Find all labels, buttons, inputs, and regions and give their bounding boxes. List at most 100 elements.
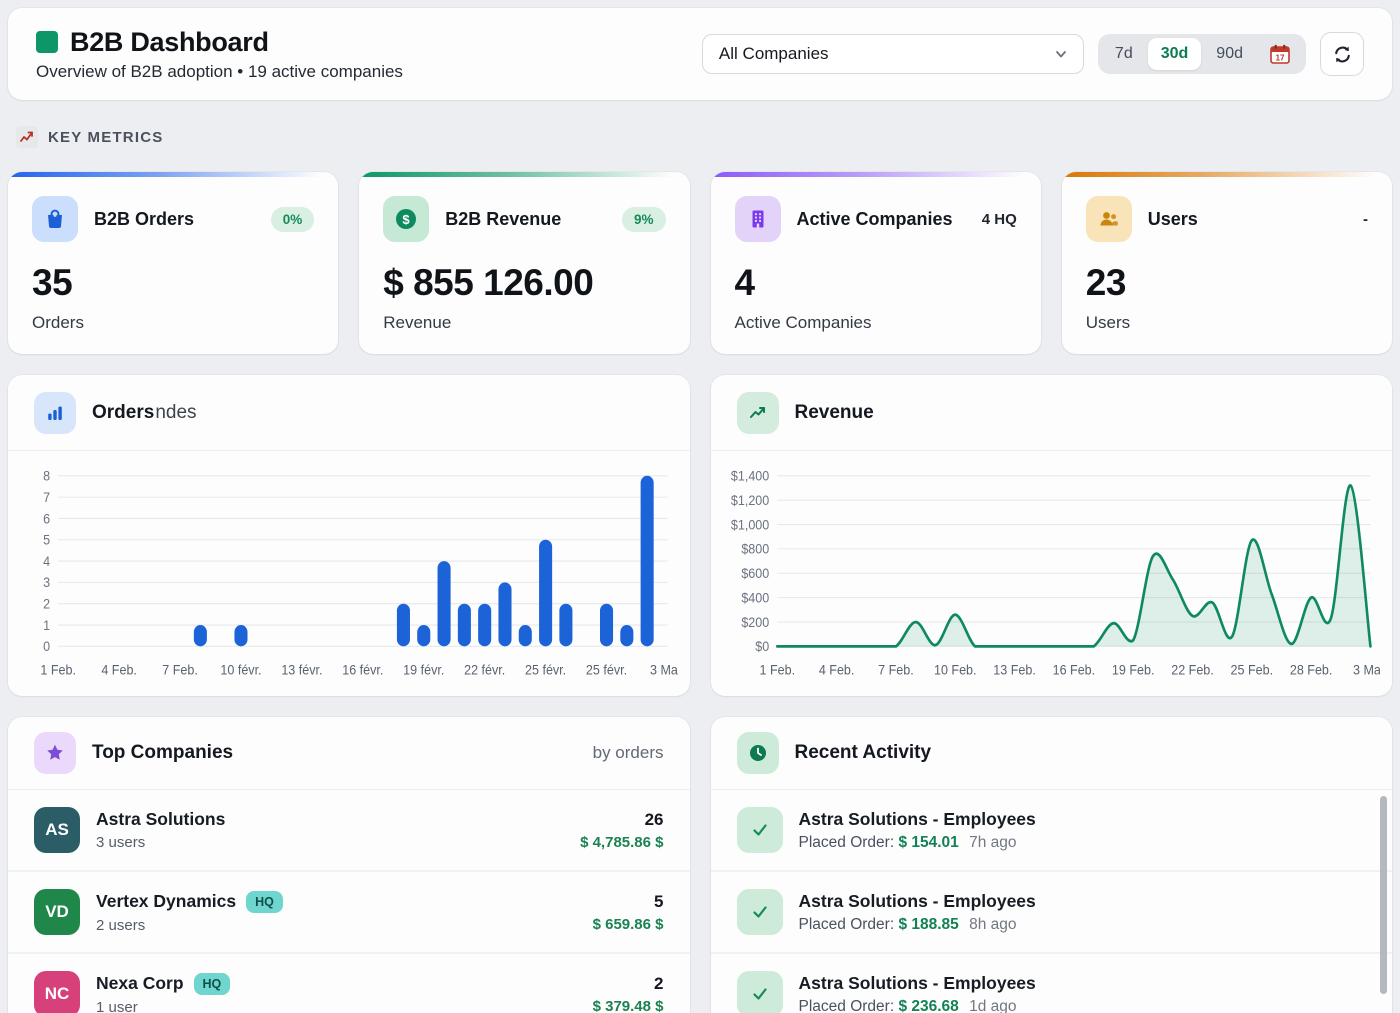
svg-text:7 Feb.: 7 Feb. <box>878 662 914 678</box>
svg-text:22 Feb.: 22 Feb. <box>1171 662 1214 678</box>
hq-badge: HQ <box>194 973 231 995</box>
card-accent-strip <box>8 172 338 177</box>
scrollbar-thumb[interactable] <box>1380 796 1387 994</box>
company-users: 2 users <box>96 917 577 934</box>
svg-text:13 févr.: 13 févr. <box>281 662 322 678</box>
svg-text:0: 0 <box>43 639 50 655</box>
metric-value: 23 <box>1086 262 1368 304</box>
avatar: NC <box>34 971 80 1013</box>
svg-text:16 Feb.: 16 Feb. <box>1052 662 1095 678</box>
calendar-icon: 17 <box>1269 44 1291 65</box>
company-orders-count: 5 <box>593 892 664 912</box>
svg-text:5: 5 <box>43 532 50 548</box>
dollar-icon: $ <box>383 196 429 242</box>
svg-text:22 févr.: 22 févr. <box>464 662 505 678</box>
svg-text:25 févr.: 25 févr. <box>586 662 627 678</box>
svg-text:$: $ <box>403 212 411 227</box>
key-metrics-section-label: KEY METRICS <box>16 124 1388 150</box>
svg-text:$0: $0 <box>755 639 769 655</box>
card-accent-strip <box>711 172 1041 177</box>
svg-text:4 Feb.: 4 Feb. <box>101 662 137 678</box>
chart-title: Revenue <box>795 402 874 424</box>
svg-text:7 Feb.: 7 Feb. <box>162 662 198 678</box>
svg-text:$1,000: $1,000 <box>730 517 768 533</box>
dashboard-page: B2B Dashboard Overview of B2B adoption •… <box>0 0 1400 1013</box>
range-7d-button[interactable]: 7d <box>1102 38 1146 70</box>
company-filter-select[interactable]: All Companies <box>702 34 1084 74</box>
svg-text:6: 6 <box>43 511 50 527</box>
svg-text:$1,400: $1,400 <box>730 468 768 484</box>
sort-hint: by orders <box>593 743 664 763</box>
card-accent-strip <box>359 172 689 177</box>
activity-row[interactable]: Astra Solutions - Employees Placed Order… <box>711 870 1393 952</box>
company-name: Nexa Corp <box>96 973 184 994</box>
svg-text:19 Feb.: 19 Feb. <box>1111 662 1154 678</box>
bottom-row: Top Companies by orders AS Astra Solutio… <box>8 717 1392 1013</box>
hq-count-label: 4 HQ <box>982 211 1017 228</box>
metric-value: 4 <box>735 262 1017 304</box>
shopping-bag-icon <box>32 196 78 242</box>
metric-card-users: Users - 23 Users <box>1062 172 1392 354</box>
clock-icon <box>737 732 779 774</box>
svg-text:3: 3 <box>43 575 50 591</box>
revenue-chart-card: Revenue $0$200$400$600$800$1,000$1,200$1… <box>711 375 1393 696</box>
metric-value: $ 855 126.00 <box>383 262 665 304</box>
svg-text:13 Feb.: 13 Feb. <box>993 662 1036 678</box>
svg-text:1: 1 <box>43 617 50 633</box>
metric-label: Revenue <box>383 313 665 333</box>
building-icon <box>735 196 781 242</box>
activity-amount: $ 188.85 <box>898 916 958 933</box>
refresh-icon <box>1332 44 1353 65</box>
orders-bar-chart: 0123456781 Feb.4 Feb.7 Feb.10 févr.13 fé… <box>18 465 678 696</box>
svg-text:$1,200: $1,200 <box>730 493 768 509</box>
activity-title: Astra Solutions - Employees <box>799 891 1367 912</box>
top-companies-card: Top Companies by orders AS Astra Solutio… <box>8 717 690 1013</box>
activity-action: Placed Order: <box>799 834 895 851</box>
metric-card-revenue: $ B2B Revenue 9% $ 855 126.00 Revenue <box>359 172 689 354</box>
metrics-row: B2B Orders 0% 35 Orders $ B2B Revenue 9%… <box>8 172 1392 354</box>
svg-text:1 Feb.: 1 Feb. <box>759 662 795 678</box>
svg-text:25 févr.: 25 févr. <box>525 662 566 678</box>
trend-badge: 9% <box>622 207 666 232</box>
company-row[interactable]: AS Astra Solutions 3 users 26 $ 4,785.86… <box>8 790 690 870</box>
activity-row[interactable]: Astra Solutions - Employees Placed Order… <box>711 790 1393 870</box>
svg-text:$400: $400 <box>741 590 769 606</box>
company-row[interactable]: NC Nexa Corp HQ 1 user 2 $ 379.48 $ <box>8 952 690 1013</box>
svg-text:4 Feb.: 4 Feb. <box>818 662 854 678</box>
metric-card-active-companies: Active Companies 4 HQ 4 Active Companies <box>711 172 1041 354</box>
chart-title-suffix: ndes <box>155 402 196 423</box>
metric-label: Users <box>1086 313 1368 333</box>
calendar-range-button[interactable]: 17 <box>1258 39 1302 70</box>
range-90d-button[interactable]: 90d <box>1203 38 1256 70</box>
check-icon <box>737 889 783 935</box>
company-row[interactable]: VD Vertex Dynamics HQ 2 users 5 $ 659.86… <box>8 870 690 952</box>
company-users: 1 user <box>96 999 577 1013</box>
star-icon <box>34 732 76 774</box>
svg-text:7: 7 <box>43 490 50 506</box>
svg-text:17: 17 <box>1275 53 1285 62</box>
range-30d-button[interactable]: 30d <box>1148 38 1202 70</box>
svg-text:3 Mar.: 3 Mar. <box>650 662 677 678</box>
page-title: B2B Dashboard <box>70 27 269 58</box>
company-users: 3 users <box>96 834 564 851</box>
refresh-button[interactable] <box>1320 32 1364 76</box>
company-name: Vertex Dynamics <box>96 891 236 912</box>
company-name: Astra Solutions <box>96 809 225 830</box>
orders-chart-card: Ordersndes 0123456781 Feb.4 Feb.7 Feb.10… <box>8 375 690 696</box>
chart-title: Orders <box>92 402 154 423</box>
svg-text:$800: $800 <box>741 541 769 557</box>
card-accent-strip <box>1062 172 1392 177</box>
sparkline-icon <box>16 126 38 148</box>
activity-amount: $ 154.01 <box>898 834 958 851</box>
company-amount: $ 379.48 $ <box>593 998 664 1013</box>
range-segmented-control: 7d 30d 90d 17 <box>1098 34 1306 74</box>
svg-text:8: 8 <box>43 468 50 484</box>
activity-title: Astra Solutions - Employees <box>799 973 1367 994</box>
metric-label: Active Companies <box>735 313 1017 333</box>
activity-row[interactable]: Astra Solutions - Employees Placed Order… <box>711 952 1393 1013</box>
avatar: VD <box>34 889 80 935</box>
activity-action: Placed Order: <box>799 998 895 1013</box>
svg-text:3 Mar.: 3 Mar. <box>1353 662 1380 678</box>
chevron-down-icon <box>1053 46 1069 62</box>
svg-text:19 févr.: 19 févr. <box>403 662 444 678</box>
